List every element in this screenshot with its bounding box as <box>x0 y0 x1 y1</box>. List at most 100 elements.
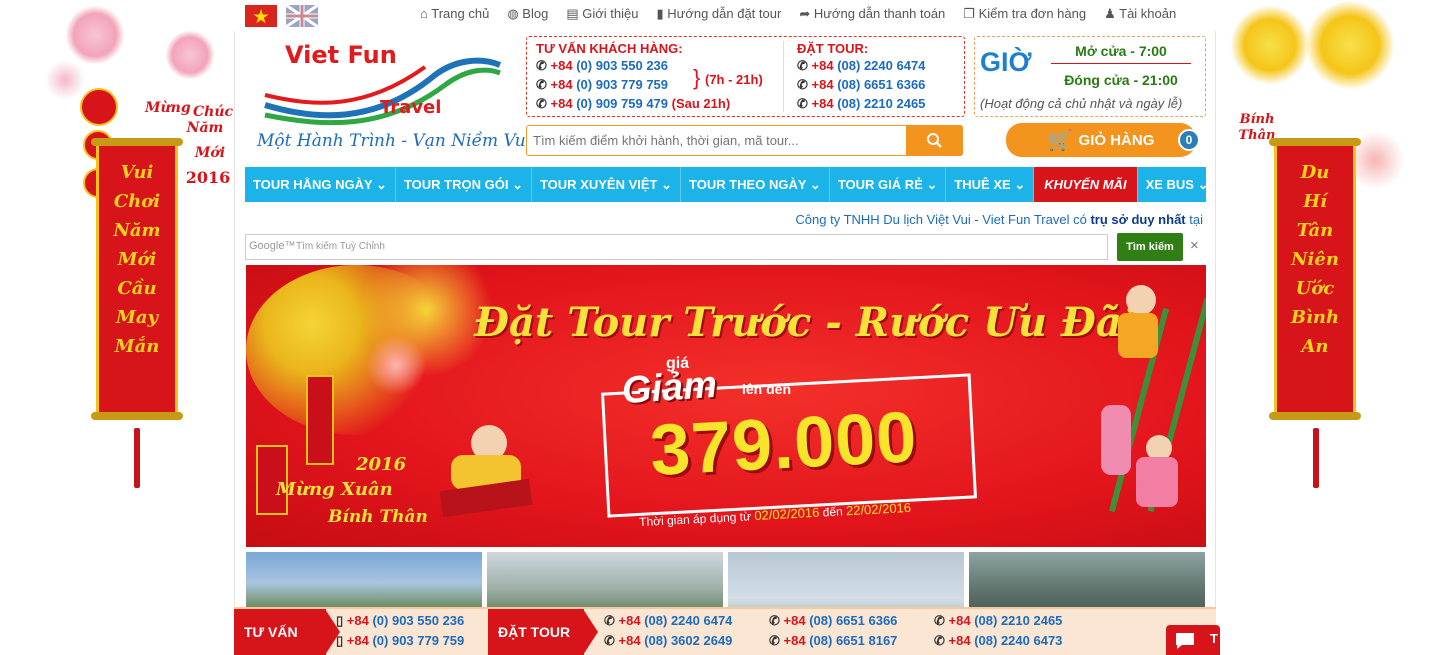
phone-icon: ✆ <box>934 633 945 648</box>
chevron-down-icon: ⌄ <box>376 177 387 192</box>
nav-tour-cheap[interactable]: TOUR GIÁ RẺ ⌄ <box>830 167 947 202</box>
greeting-year: 2016 <box>185 168 231 187</box>
top-nav-about[interactable]: ▤ Giới thiệu <box>566 6 638 22</box>
consult-phone[interactable]: ✆ +84 (0) 903 779 759 <box>536 75 730 94</box>
open-time: Mở cửa - 7:00 <box>1051 43 1191 64</box>
bottom-consult-phone[interactable]: ▯ +84 (0) 903 550 236 <box>336 613 464 629</box>
calligraphy-boy-illustration <box>439 425 551 520</box>
kid-figure-icon <box>1101 405 1131 475</box>
close-time: Đóng cửa - 21:00 <box>1064 72 1178 88</box>
nav-tour-daily[interactable]: TOUR HẰNG NGÀY ⌄ <box>245 167 396 202</box>
google-search-placeholder: Tìm kiếm Tuỳ Chỉnh <box>296 241 385 252</box>
globe-icon: ◍ <box>507 6 519 21</box>
site-logo[interactable]: Viet Fun Travel Một Hành Trình - Vạn Niề… <box>255 35 531 155</box>
search-button[interactable] <box>906 125 963 156</box>
nav-bus[interactable]: XE BUS ⌄ <box>1138 167 1217 202</box>
hero-amount: 379.000 <box>648 397 920 491</box>
bottom-booking-phone[interactable]: ✆ +84 (08) 2210 2465 <box>934 613 1062 629</box>
chat-bubble-icon <box>1176 633 1194 649</box>
chevron-down-icon: ⌄ <box>661 177 673 192</box>
phone-icon: ✆ <box>934 613 945 628</box>
bottom-booking-phone[interactable]: ✆ +84 (08) 6651 6366 <box>769 613 897 629</box>
google-search-button[interactable]: Tìm kiếm <box>1117 233 1183 261</box>
consult-section: TƯ VẤN KHÁCH HÀNG: ✆ +84 (0) 903 550 236… <box>536 41 730 113</box>
hero-binh-than: Bính Thân <box>328 507 428 527</box>
cart-count-badge: 0 <box>1178 129 1200 151</box>
consult-title: TƯ VẤN KHÁCH HÀNG: <box>536 41 683 56</box>
red-envelope-icon <box>306 375 334 465</box>
phone-icon: ✆ <box>769 613 780 628</box>
right-red-banner: Du Hí Tân Niên Ước Bình An <box>1269 138 1361 420</box>
bookmark-icon: ▮ <box>656 6 664 21</box>
bottom-consult-phone[interactable]: ▯ +84 (0) 903 779 759 <box>336 633 464 649</box>
chevron-down-icon: ⌄ <box>1197 177 1209 192</box>
peach-blossom-icon <box>165 30 215 80</box>
greeting-text: Năm <box>186 120 224 136</box>
tour-search-input[interactable] <box>527 126 907 155</box>
list-icon: ▤ <box>566 6 579 21</box>
tassel-icon <box>134 428 140 488</box>
tour-search <box>526 125 963 156</box>
vietnamese-flag-icon[interactable] <box>245 5 277 27</box>
bottom-booking-phone[interactable]: ✆ +84 (08) 2240 6473 <box>934 633 1062 649</box>
top-nav-account[interactable]: ♟ Tài khoản <box>1104 6 1176 22</box>
hours-note: (Hoạt động cả chủ nhật và ngày lễ) <box>980 96 1183 111</box>
booking-title: ĐẶT TOUR: <box>797 41 869 56</box>
top-nav-booking-guide[interactable]: ▮ Hướng dẫn đặt tour <box>656 6 781 22</box>
phone-icon: ✆ <box>604 613 615 628</box>
chevron-down-icon: ⌄ <box>512 177 523 192</box>
firework-icon <box>366 335 426 395</box>
greeting-text: Mừng <box>145 100 191 116</box>
close-icon[interactable]: × <box>1190 237 1199 254</box>
company-info-line: Công ty TNHH Du lịch Việt Vui - Viet Fun… <box>795 212 1203 227</box>
chevron-down-icon: ⌄ <box>809 177 821 192</box>
top-nav-order-check[interactable]: ❐ Kiểm tra đơn hàng <box>963 6 1086 22</box>
google-logo: Google™ <box>249 240 296 252</box>
live-chat-button[interactable]: T <box>1166 625 1220 655</box>
english-flag-icon[interactable] <box>285 3 319 29</box>
hero-mung-xuan: Mừng Xuân <box>276 479 393 500</box>
home-icon: ⌂ <box>420 6 428 21</box>
apricot-blossom-icon <box>1305 0 1395 90</box>
greeting-text: Chúc <box>193 104 234 120</box>
bottom-booking-phone[interactable]: ✆ +84 (08) 6651 8167 <box>769 633 897 649</box>
phone-icon: ✆ <box>604 633 615 648</box>
google-custom-search[interactable]: Google™ Tìm kiếm Tuỳ Chỉnh <box>245 234 1108 260</box>
bottom-booking-phone[interactable]: ✆ +84 (08) 3602 2649 <box>604 633 732 649</box>
booking-phone[interactable]: ✆ +84 (08) 2240 6474 <box>797 56 925 75</box>
opening-hours-box: GIỜ Mở cửa - 7:00 Đóng cửa - 21:00 (Hoạt… <box>974 36 1206 117</box>
nav-tour-package[interactable]: TOUR TRỌN GÓI ⌄ <box>396 167 532 202</box>
booking-phone[interactable]: ✆ +84 (08) 6651 6366 <box>797 75 925 94</box>
cart-button[interactable]: 🛒 GIỎ HÀNG 0 <box>1006 123 1200 157</box>
consult-phone[interactable]: ✆ +84 (0) 909 759 479 (Sau 21h) <box>536 94 730 113</box>
ladder-kids-illustration <box>1108 285 1206 515</box>
top-nav-blog[interactable]: ◍ Blog <box>507 6 548 22</box>
booking-phone[interactable]: ✆ +84 (08) 2210 2465 <box>797 94 925 113</box>
top-nav-home[interactable]: ⌂ Trang chủ <box>420 6 489 22</box>
top-nav-payment-guide[interactable]: ➦ Hướng dẫn thanh toán <box>799 6 945 22</box>
copy-icon: ❐ <box>963 6 975 21</box>
nav-tour-cross-vietnam[interactable]: TOUR XUYÊN VIỆT ⌄ <box>532 167 682 202</box>
tassel-icon <box>1313 428 1319 488</box>
greeting-text: Mới <box>194 145 226 161</box>
hero-len-den: lên đến <box>742 381 792 397</box>
nav-promotion[interactable]: KHUYẾN MÃI <box>1034 167 1138 202</box>
phone-icon: ✆ <box>769 633 780 648</box>
sticky-hotline-bar: TƯ VẤN ▯ +84 (0) 903 550 236 ▯ +84 (0) 9… <box>234 607 1216 655</box>
consult-phone[interactable]: ✆ +84 (0) 903 550 236 <box>536 56 730 75</box>
bottom-booking-phone[interactable]: ✆ +84 (08) 2240 6474 <box>604 613 732 629</box>
nav-tour-by-day[interactable]: TOUR THEO NGÀY ⌄ <box>681 167 830 202</box>
main-container: Viet Fun Travel Một Hành Trình - Vạn Niề… <box>234 31 1216 655</box>
left-red-banner: Vui Chơi Năm Mới Cầu May Mắn <box>91 138 183 420</box>
phone-icon: ✆ <box>536 58 547 73</box>
user-icon: ♟ <box>1104 6 1116 21</box>
phone-icon: ✆ <box>797 77 808 92</box>
hero-giam: Giảm <box>620 363 719 413</box>
cart-label: GIỎ HÀNG <box>1078 131 1155 149</box>
promo-hero-banner[interactable]: 2016 Mừng Xuân Bính Thân Đặt Tour Trước … <box>246 265 1206 547</box>
lantern-icon <box>80 88 118 126</box>
phone-icon: ✆ <box>797 96 808 111</box>
headquarters-link[interactable]: trụ sở duy nhất <box>1090 212 1185 227</box>
chevron-down-icon: ⌄ <box>926 177 938 192</box>
nav-car-rental[interactable]: THUÊ XE ⌄ <box>946 167 1035 202</box>
